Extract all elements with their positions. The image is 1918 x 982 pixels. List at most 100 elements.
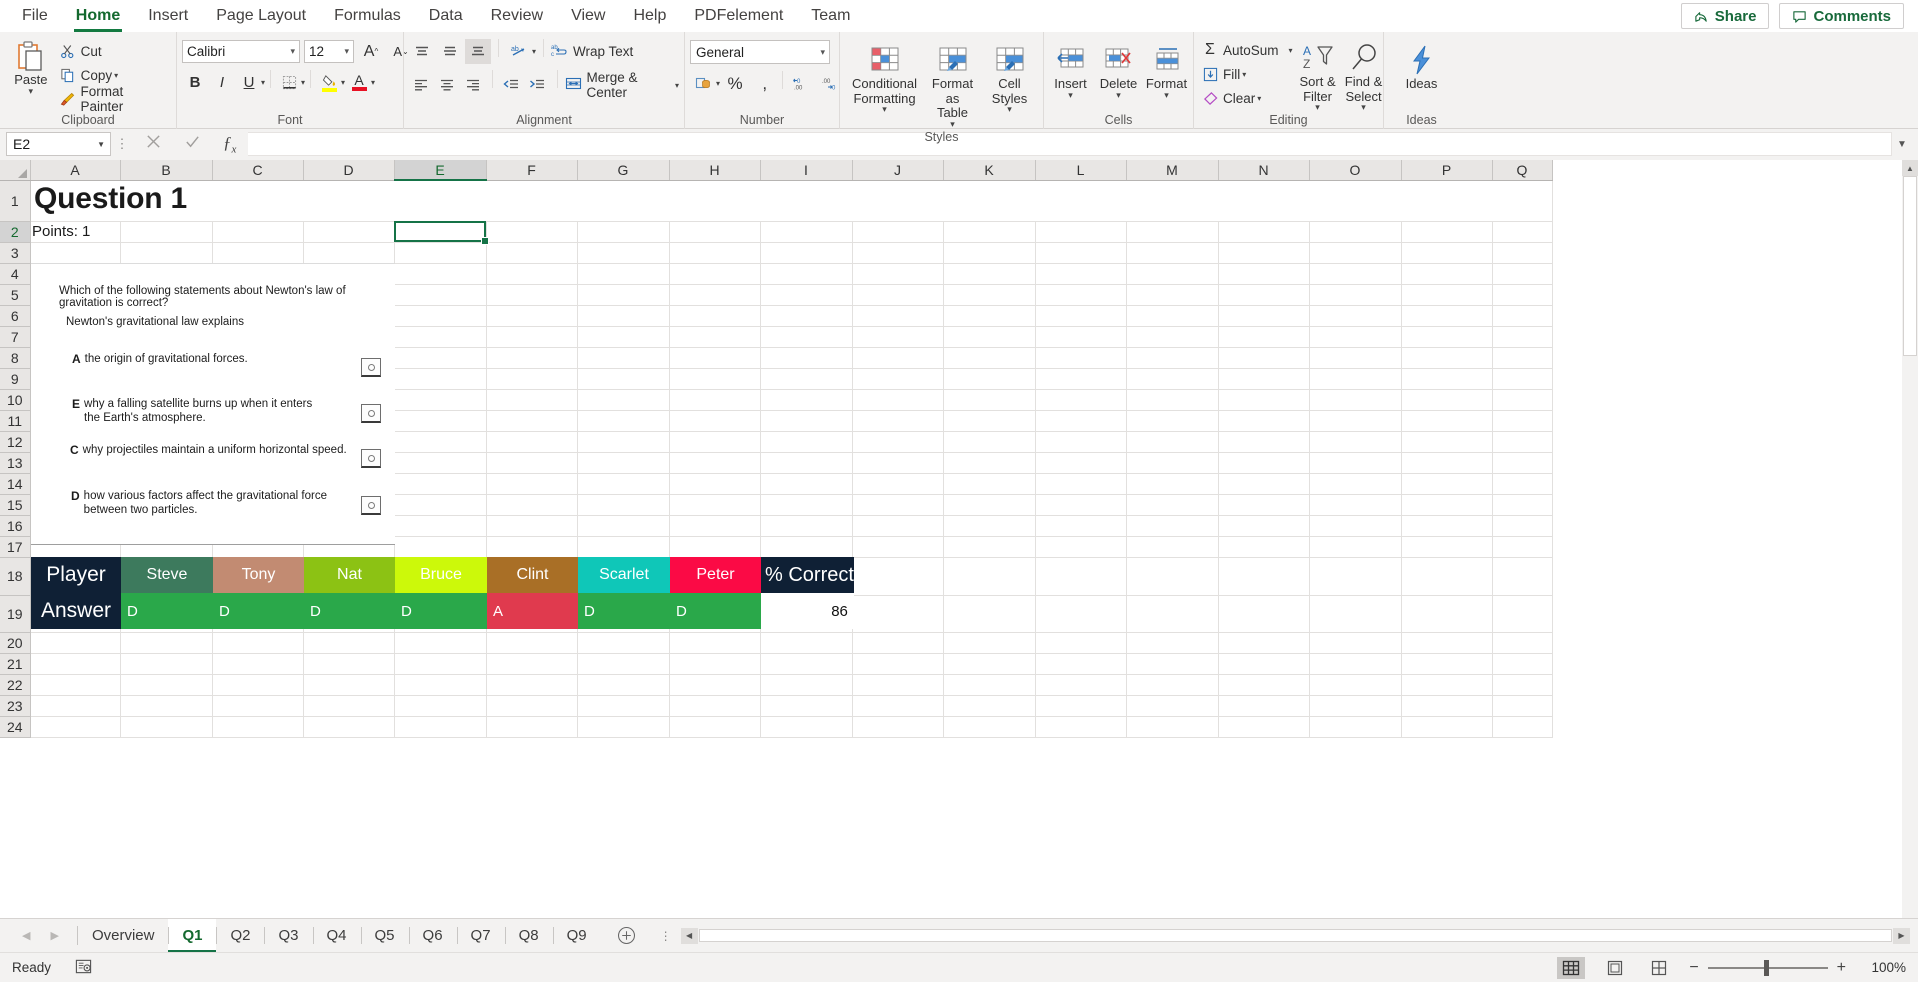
column-header-N[interactable]: N	[1218, 160, 1310, 181]
cell-I2[interactable]	[760, 221, 853, 243]
cell-N10[interactable]	[1218, 389, 1310, 411]
row-header-2[interactable]: 2	[0, 221, 31, 243]
cell-Q19[interactable]	[1492, 595, 1553, 633]
cell-B8[interactable]	[120, 347, 213, 369]
row-header-12[interactable]: 12	[0, 431, 31, 453]
zoom-thumb[interactable]	[1763, 959, 1769, 976]
answer-clint[interactable]: A	[487, 593, 578, 629]
cell-C11[interactable]	[212, 410, 304, 432]
cell-J24[interactable]	[852, 716, 944, 738]
cell-E21[interactable]	[394, 653, 487, 675]
cell-L17[interactable]	[1035, 536, 1127, 558]
chevron-down-icon[interactable]: ▾	[882, 105, 887, 114]
vertical-scrollbar[interactable]: ▲	[1902, 160, 1918, 918]
cell-L3[interactable]	[1035, 242, 1127, 264]
cell-J4[interactable]	[852, 263, 944, 285]
cell-L19[interactable]	[1035, 595, 1127, 633]
row-header-20[interactable]: 20	[0, 632, 31, 654]
cell-C6[interactable]	[212, 305, 304, 327]
cell-H24[interactable]	[669, 716, 761, 738]
cell-A20[interactable]	[30, 632, 121, 654]
cell-K24[interactable]	[943, 716, 1036, 738]
select-all-button[interactable]	[0, 160, 31, 181]
cell-N13[interactable]	[1218, 452, 1310, 474]
cell-O9[interactable]	[1309, 368, 1402, 390]
cell-G4[interactable]	[577, 263, 670, 285]
cell-K6[interactable]	[943, 305, 1036, 327]
cell-I4[interactable]	[760, 263, 853, 285]
cell-C22[interactable]	[212, 674, 304, 696]
cell-N17[interactable]	[1218, 536, 1310, 558]
cell-A3[interactable]	[30, 242, 121, 264]
cell-C4[interactable]	[212, 263, 304, 285]
cell-E6[interactable]	[394, 305, 487, 327]
cell-E17[interactable]	[394, 536, 487, 558]
spreadsheet-grid[interactable]: A B C D E F G H I J K L M N O P Q 1 2 3 …	[0, 160, 1918, 918]
cell-P6[interactable]	[1401, 305, 1493, 327]
cell-N8[interactable]	[1218, 347, 1310, 369]
format-painter-button[interactable]: Format Painter	[57, 84, 171, 114]
chevron-down-icon[interactable]: ▾	[29, 86, 34, 95]
autosum-button[interactable]: Σ AutoSum ▾	[1199, 38, 1295, 62]
player-label-cell[interactable]: Player	[31, 557, 121, 593]
name-box[interactable]: E2 ▼	[6, 132, 111, 156]
column-header-B[interactable]: B	[120, 160, 213, 181]
cell-Q9[interactable]	[1492, 368, 1553, 390]
cell-J18[interactable]	[852, 557, 944, 596]
cell-G5[interactable]	[577, 284, 670, 306]
cell-J10[interactable]	[852, 389, 944, 411]
cell-I9[interactable]	[760, 368, 853, 390]
cell-E22[interactable]	[394, 674, 487, 696]
row-header-21[interactable]: 21	[0, 653, 31, 675]
sheet-tab-q2[interactable]: Q2	[216, 919, 264, 952]
cell-H4[interactable]	[669, 263, 761, 285]
cell-O13[interactable]	[1309, 452, 1402, 474]
row-header-10[interactable]: 10	[0, 389, 31, 411]
cell-A4[interactable]	[30, 263, 121, 285]
cell-C12[interactable]	[212, 431, 304, 453]
paste-button[interactable]: Paste ▾	[5, 35, 57, 96]
ribbon-tab-formulas[interactable]: Formulas	[320, 0, 415, 32]
cell-P8[interactable]	[1401, 347, 1493, 369]
cell-F16[interactable]	[486, 515, 578, 537]
percent-correct-header[interactable]: % Correct	[761, 557, 854, 593]
cell-J7[interactable]	[852, 326, 944, 348]
cell-P12[interactable]	[1401, 431, 1493, 453]
zoom-out-button[interactable]: −	[1689, 959, 1698, 977]
comma-style-button[interactable]: ,	[750, 71, 776, 96]
chevron-down-icon[interactable]: ▾	[675, 81, 679, 90]
cell-O21[interactable]	[1309, 653, 1402, 675]
cell-H23[interactable]	[669, 695, 761, 717]
cut-button[interactable]: Cut	[57, 39, 171, 63]
answer-peter[interactable]: D	[670, 593, 761, 629]
italic-button[interactable]: I	[209, 70, 235, 95]
cell-F12[interactable]	[486, 431, 578, 453]
cell-P16[interactable]	[1401, 515, 1493, 537]
cell-L4[interactable]	[1035, 263, 1127, 285]
cell-B22[interactable]	[120, 674, 213, 696]
cell-Q24[interactable]	[1492, 716, 1553, 738]
column-header-H[interactable]: H	[669, 160, 761, 181]
row-header-7[interactable]: 7	[0, 326, 31, 348]
cell-F14[interactable]	[486, 473, 578, 495]
answer-bruce[interactable]: D	[395, 593, 487, 629]
cell-P17[interactable]	[1401, 536, 1493, 558]
cell-P3[interactable]	[1401, 242, 1493, 264]
cell-M18[interactable]	[1126, 557, 1219, 596]
cell-G6[interactable]	[577, 305, 670, 327]
previous-sheet-icon[interactable]: ◀	[22, 929, 30, 942]
cell-E23[interactable]	[394, 695, 487, 717]
cell-J11[interactable]	[852, 410, 944, 432]
row-header-4[interactable]: 4	[0, 263, 31, 285]
cell-B16[interactable]	[120, 515, 213, 537]
cell-D13[interactable]	[303, 452, 395, 474]
player-name-scarlet[interactable]: Scarlet	[578, 557, 670, 593]
cell-K23[interactable]	[943, 695, 1036, 717]
cell-O18[interactable]	[1309, 557, 1402, 596]
cell-M23[interactable]	[1126, 695, 1219, 717]
cell-D5[interactable]	[303, 284, 395, 306]
cell-Q13[interactable]	[1492, 452, 1553, 474]
cell-A16[interactable]	[30, 515, 121, 537]
formula-bar-grip[interactable]: ⋮	[111, 136, 133, 152]
row-header-19[interactable]: 19	[0, 595, 31, 633]
